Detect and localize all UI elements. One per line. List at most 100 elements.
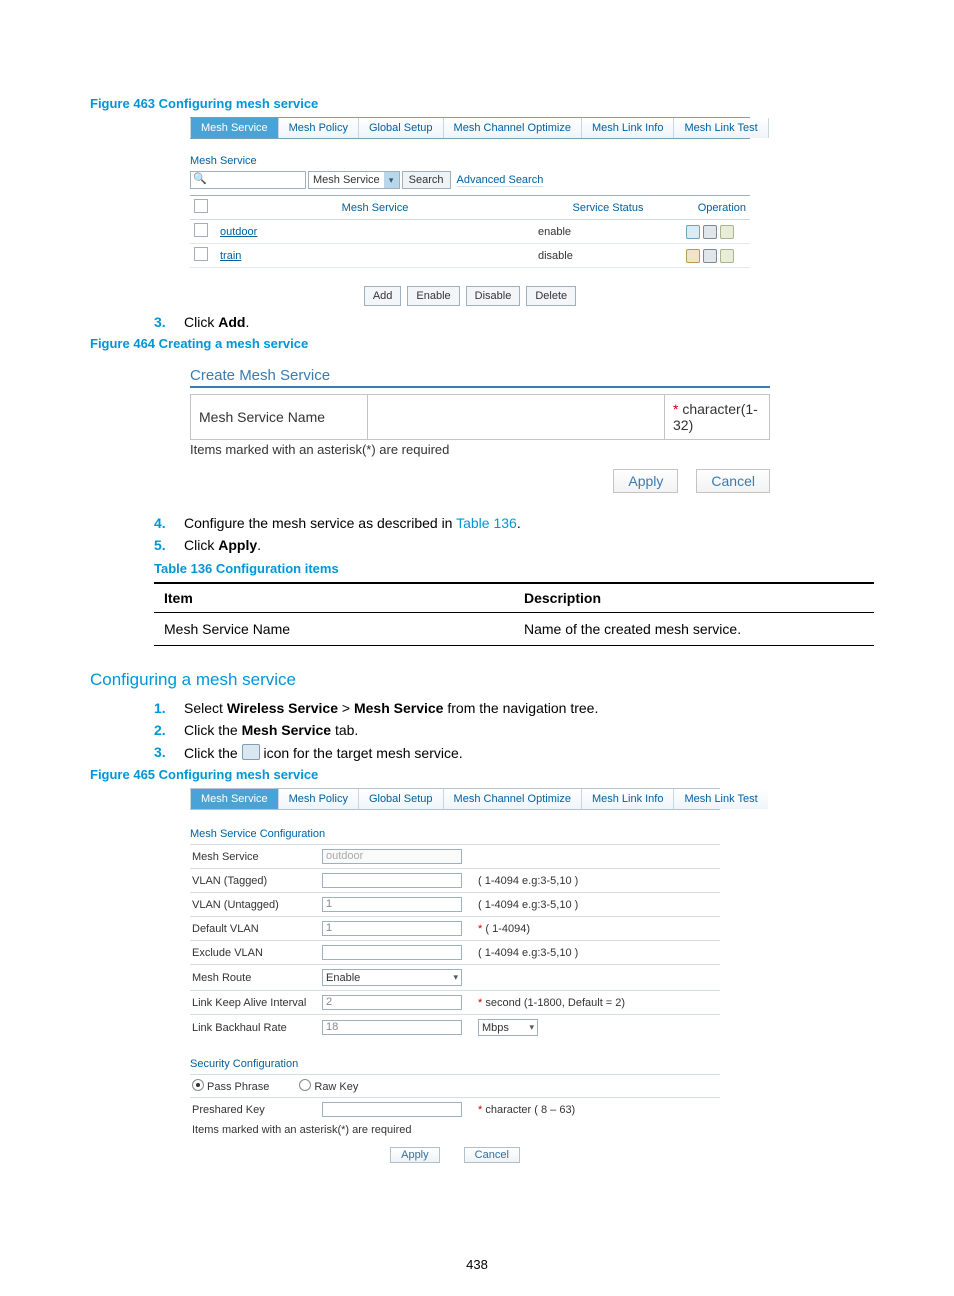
search-field-value: Mesh Service bbox=[309, 174, 384, 186]
checkbox-all[interactable] bbox=[194, 199, 208, 213]
tab-global-setup[interactable]: Global Setup bbox=[358, 118, 443, 138]
apply-button[interactable]: Apply bbox=[390, 1147, 440, 1163]
step-2b-suffix: tab. bbox=[331, 722, 358, 738]
step-4-suffix: . bbox=[517, 515, 521, 531]
row-status: disable bbox=[534, 244, 682, 268]
default-vlan-input[interactable]: 1 bbox=[322, 921, 462, 936]
tab-global-setup[interactable]: Global Setup bbox=[358, 789, 443, 809]
required-star: * bbox=[478, 923, 482, 935]
hint-link-keep-alive: second (1-1800, Default = 2) bbox=[485, 997, 625, 1009]
label-mesh-route: Mesh Route bbox=[192, 972, 322, 984]
required-star: * bbox=[478, 1104, 482, 1116]
label-link-keep-alive: Link Keep Alive Interval bbox=[192, 997, 322, 1009]
label-mesh-service: Mesh Service bbox=[192, 851, 322, 863]
delete-icon[interactable] bbox=[703, 249, 717, 263]
constraint-text: character(1-32) bbox=[673, 401, 758, 433]
step-5-prefix: Click bbox=[184, 537, 218, 553]
step-3: 3. Click Add. bbox=[154, 314, 864, 330]
mesh-service-name-label: Mesh Service Name bbox=[191, 395, 368, 440]
tab-mesh-service[interactable]: Mesh Service bbox=[190, 118, 278, 138]
disable-button[interactable]: Disable bbox=[466, 286, 521, 306]
advanced-search-link[interactable]: Advanced Search bbox=[457, 174, 544, 187]
fig463-sublabel: Mesh Service bbox=[190, 155, 750, 167]
tab-mesh-link-test[interactable]: Mesh Link Test bbox=[673, 789, 767, 809]
vlan-untagged-input[interactable]: 1 bbox=[322, 897, 462, 912]
col-service-status: Service Status bbox=[534, 196, 682, 220]
link-backhaul-unit-select[interactable]: Mbps ▾ bbox=[478, 1019, 538, 1036]
radio-raw-key[interactable] bbox=[299, 1079, 311, 1091]
col-operation: Operation bbox=[682, 196, 750, 220]
step-2b-bold: Mesh Service bbox=[242, 722, 332, 738]
link-keep-alive-input[interactable]: 2 bbox=[322, 995, 462, 1010]
step-3-suffix: . bbox=[245, 314, 249, 330]
step-1-prefix: Select bbox=[184, 700, 227, 716]
required-star: * bbox=[478, 997, 482, 1009]
vlan-tagged-input[interactable] bbox=[322, 873, 462, 888]
cancel-button[interactable]: Cancel bbox=[464, 1147, 520, 1163]
row-mesh-service: Mesh Service outdoor bbox=[190, 844, 720, 868]
step-1-bold1: Wireless Service bbox=[227, 700, 338, 716]
step-4-link[interactable]: Table 136 bbox=[456, 515, 517, 531]
step-1-bold2: Mesh Service bbox=[354, 700, 444, 716]
checkbox-row[interactable] bbox=[194, 223, 208, 237]
add-button[interactable]: Add bbox=[364, 286, 402, 306]
radio-pass-phrase[interactable] bbox=[192, 1079, 204, 1091]
figure-465-caption: Figure 465 Configuring mesh service bbox=[90, 767, 864, 782]
chevron-down-icon: ▾ bbox=[453, 972, 458, 983]
step-2b-prefix: Click the bbox=[184, 722, 242, 738]
tab-mesh-channel-optimize[interactable]: Mesh Channel Optimize bbox=[443, 118, 581, 138]
step-1-suffix: from the navigation tree. bbox=[443, 700, 598, 716]
row-status: enable bbox=[534, 220, 682, 244]
security-configuration-label: Security Configuration bbox=[190, 1058, 720, 1070]
figure-464-panel: Create Mesh Service Mesh Service Name * … bbox=[190, 367, 770, 493]
link-icon[interactable] bbox=[720, 249, 734, 263]
label-default-vlan: Default VLAN bbox=[192, 923, 322, 935]
row-preshared-key: Preshared Key * character ( 8 – 63) bbox=[190, 1097, 720, 1121]
tab-mesh-service[interactable]: Mesh Service bbox=[190, 789, 278, 809]
radio-raw-key-label: Raw Key bbox=[314, 1081, 358, 1093]
mesh-service-configuration-label: Mesh Service Configuration bbox=[190, 828, 720, 840]
table-136-header-item: Item bbox=[154, 583, 514, 613]
label-preshared-key: Preshared Key bbox=[192, 1104, 322, 1116]
apply-button[interactable]: Apply bbox=[613, 469, 678, 493]
edit-locked-icon[interactable] bbox=[686, 249, 700, 263]
mesh-route-select[interactable]: Enable ▾ bbox=[322, 969, 462, 986]
step-5-suffix: . bbox=[257, 537, 261, 553]
tab-mesh-link-test[interactable]: Mesh Link Test bbox=[673, 118, 767, 138]
row-name-link[interactable]: train bbox=[220, 250, 241, 262]
checkbox-row[interactable] bbox=[194, 247, 208, 261]
figure-465-panel: Mesh Service Mesh Policy Global Setup Me… bbox=[190, 788, 720, 1163]
hint-exclude-vlan: ( 1-4094 e.g:3-5,10 ) bbox=[478, 947, 578, 959]
hint-vlan-tagged: ( 1-4094 e.g:3-5,10 ) bbox=[478, 875, 578, 887]
tab-mesh-policy[interactable]: Mesh Policy bbox=[278, 789, 358, 809]
tab-mesh-policy[interactable]: Mesh Policy bbox=[278, 118, 358, 138]
mesh-service-name-input[interactable] bbox=[376, 408, 656, 426]
fig463-search-row: 🔍 Mesh Service ▾ Search Advanced Search bbox=[190, 171, 750, 189]
link-icon[interactable] bbox=[720, 225, 734, 239]
link-backhaul-rate-input[interactable]: 18 bbox=[322, 1020, 462, 1035]
search-input[interactable]: 🔍 bbox=[190, 171, 306, 189]
search-field-dropdown[interactable]: Mesh Service ▾ bbox=[308, 171, 400, 189]
edit-icon[interactable] bbox=[686, 225, 700, 239]
required-note: Items marked with an asterisk(*) are req… bbox=[190, 442, 770, 457]
preshared-key-input[interactable] bbox=[322, 1102, 462, 1117]
cancel-button[interactable]: Cancel bbox=[696, 469, 770, 493]
fig463-tabbar: Mesh Service Mesh Policy Global Setup Me… bbox=[190, 117, 750, 139]
mesh-route-value: Enable bbox=[326, 972, 360, 984]
label-vlan-untagged: VLAN (Untagged) bbox=[192, 899, 322, 911]
table-136-cell-item: Mesh Service Name bbox=[154, 613, 514, 646]
tab-mesh-link-info[interactable]: Mesh Link Info bbox=[581, 118, 674, 138]
search-button[interactable]: Search bbox=[402, 171, 451, 189]
step-2b: 2. Click the Mesh Service tab. bbox=[154, 722, 864, 738]
label-link-backhaul-rate: Link Backhaul Rate bbox=[192, 1022, 322, 1034]
row-name-link[interactable]: outdoor bbox=[220, 226, 257, 238]
figure-463-caption: Figure 463 Configuring mesh service bbox=[90, 96, 864, 111]
delete-button[interactable]: Delete bbox=[526, 286, 576, 306]
exclude-vlan-input[interactable] bbox=[322, 945, 462, 960]
tab-mesh-channel-optimize[interactable]: Mesh Channel Optimize bbox=[443, 789, 581, 809]
enable-button[interactable]: Enable bbox=[407, 286, 459, 306]
tab-mesh-link-info[interactable]: Mesh Link Info bbox=[581, 789, 674, 809]
delete-icon[interactable] bbox=[703, 225, 717, 239]
configure-icon bbox=[242, 744, 260, 760]
row-vlan-tagged: VLAN (Tagged) ( 1-4094 e.g:3-5,10 ) bbox=[190, 868, 720, 892]
